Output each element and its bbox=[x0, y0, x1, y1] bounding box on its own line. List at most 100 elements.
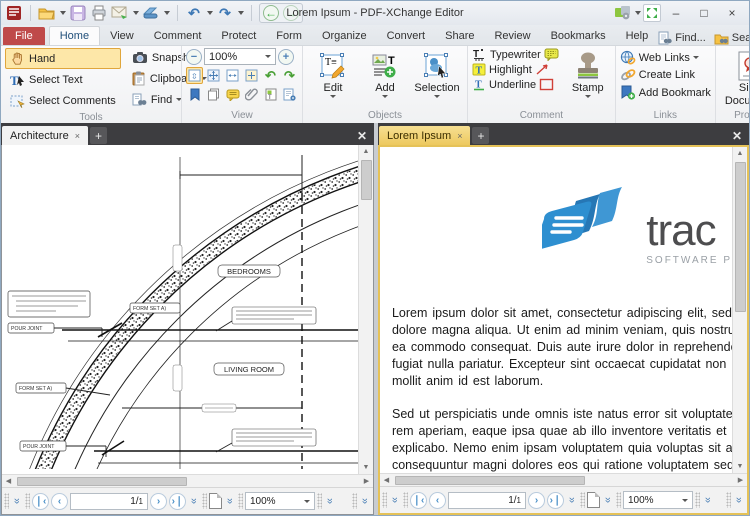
left-vertical-scrollbar[interactable]: ▲ ▼ bbox=[358, 145, 373, 474]
rotate-left-icon[interactable]: ↶ bbox=[262, 67, 279, 84]
search-button[interactable]: Search... bbox=[714, 32, 750, 45]
toolbar-grip[interactable] bbox=[317, 493, 322, 509]
status-zoom-combobox[interactable]: 100% bbox=[623, 491, 693, 509]
toolbar-grip[interactable] bbox=[726, 492, 731, 508]
email-icon[interactable] bbox=[111, 4, 129, 22]
new-tab-button[interactable]: + bbox=[90, 127, 107, 144]
typewriter-button[interactable]: T Typewriter bbox=[472, 48, 559, 61]
ui-options-dropdown[interactable] bbox=[635, 11, 641, 15]
comments-pane-icon[interactable] bbox=[224, 86, 241, 103]
options-chevron-icon[interactable]: « bbox=[188, 495, 200, 507]
close-pane-icon[interactable]: ✕ bbox=[726, 129, 748, 145]
select-comments-button[interactable]: Select Comments bbox=[5, 91, 121, 111]
scroll-right-icon[interactable]: ▶ bbox=[360, 475, 373, 488]
right-hscroll-thumb[interactable] bbox=[395, 476, 585, 485]
fit-page-icon[interactable]: ⇳ bbox=[186, 67, 203, 84]
tab-protect[interactable]: Protect bbox=[211, 27, 266, 45]
toolbar-grip[interactable] bbox=[616, 492, 621, 508]
zoom-in-icon[interactable]: + bbox=[278, 49, 294, 65]
architecture-drawing-canvas[interactable]: BEDROOMS LIVING ROOM POUR JOINT bbox=[2, 145, 358, 474]
fullscreen-icon[interactable] bbox=[643, 4, 661, 22]
bookmarks-pane-icon[interactable] bbox=[186, 86, 203, 103]
doc-tab-lorem-ipsum[interactable]: Lorem Ipsum × bbox=[379, 126, 470, 145]
scroll-down-icon[interactable]: ▼ bbox=[734, 460, 747, 473]
scan-icon[interactable] bbox=[142, 4, 160, 22]
fit-width-icon[interactable] bbox=[224, 67, 241, 84]
last-page-button[interactable]: ›❘ bbox=[169, 493, 186, 510]
tab-organize[interactable]: Organize bbox=[312, 27, 377, 45]
toolbar-grip[interactable] bbox=[25, 493, 30, 509]
options-chevron-icon[interactable]: « bbox=[389, 494, 401, 506]
next-page-button[interactable]: › bbox=[150, 493, 167, 510]
prev-page-button[interactable]: ‹ bbox=[51, 493, 68, 510]
content-pane-icon[interactable] bbox=[281, 86, 298, 103]
sign-document-button[interactable]: Sign Document bbox=[720, 48, 750, 107]
left-hscroll-thumb[interactable] bbox=[17, 477, 187, 486]
toolbar-grip[interactable] bbox=[580, 492, 585, 508]
hand-tool-button[interactable]: Hand bbox=[5, 48, 121, 69]
stamp-button[interactable]: Stamp bbox=[565, 48, 611, 98]
add-bookmark-button[interactable]: Add Bookmark bbox=[620, 85, 711, 100]
fit-visible-icon[interactable] bbox=[243, 67, 260, 84]
undo-icon[interactable]: ↶ bbox=[185, 4, 203, 22]
minimize-button[interactable]: – bbox=[663, 4, 689, 22]
app-logo-icon[interactable] bbox=[5, 4, 23, 22]
attachments-pane-icon[interactable] bbox=[243, 86, 260, 103]
pan-zoom-icon[interactable] bbox=[205, 67, 222, 84]
underline-button[interactable]: T Underline bbox=[472, 78, 559, 91]
status-zoom-combobox[interactable]: 100% bbox=[245, 492, 315, 510]
options-chevron-icon[interactable]: « bbox=[602, 494, 614, 506]
tab-share[interactable]: Share bbox=[435, 27, 484, 45]
undo-dropdown[interactable] bbox=[207, 11, 213, 15]
toolbar-grip[interactable] bbox=[202, 493, 207, 509]
tab-bookmarks[interactable]: Bookmarks bbox=[541, 27, 616, 45]
tab-view[interactable]: View bbox=[100, 27, 144, 45]
page-number-input[interactable]: 1/1 bbox=[448, 492, 526, 509]
options-chevron-icon[interactable]: « bbox=[324, 495, 336, 507]
select-text-button[interactable]: T Select Text bbox=[5, 70, 121, 90]
options-chevron-icon[interactable]: « bbox=[566, 494, 578, 506]
page-layout-icon[interactable] bbox=[209, 493, 222, 509]
toolbar-grip[interactable] bbox=[695, 492, 700, 508]
last-page-button[interactable]: ›❘ bbox=[547, 492, 564, 509]
ribbon-zoom-combobox[interactable]: 100% bbox=[204, 48, 276, 65]
page-number-input[interactable]: 1/1 bbox=[70, 493, 148, 510]
prev-page-button[interactable]: ‹ bbox=[429, 492, 446, 509]
go-back-icon[interactable]: ← bbox=[263, 5, 279, 21]
tab-close-icon[interactable]: × bbox=[457, 131, 462, 141]
doc-tab-architecture[interactable]: Architecture × bbox=[2, 126, 88, 145]
tab-file[interactable]: File bbox=[3, 27, 45, 45]
tab-home[interactable]: Home bbox=[49, 26, 100, 45]
selection-button[interactable]: Selection bbox=[411, 48, 463, 98]
save-icon[interactable] bbox=[69, 4, 87, 22]
create-link-button[interactable]: Create Link bbox=[620, 68, 711, 82]
email-dropdown[interactable] bbox=[133, 11, 139, 15]
lorem-ipsum-document-canvas[interactable]: trac SOFTWARE P Lorem ipsum dolor sit am… bbox=[380, 147, 732, 473]
tab-convert[interactable]: Convert bbox=[377, 27, 436, 45]
options-chevron-icon[interactable]: « bbox=[359, 495, 371, 507]
right-vscroll-thumb[interactable] bbox=[735, 162, 746, 312]
left-vscroll-thumb[interactable] bbox=[361, 160, 372, 200]
scan-dropdown[interactable] bbox=[164, 11, 170, 15]
toolbar-grip[interactable] bbox=[382, 492, 387, 508]
go-forward-icon[interactable]: → bbox=[283, 5, 299, 21]
tab-form[interactable]: Form bbox=[266, 27, 312, 45]
right-vertical-scrollbar[interactable]: ▲ ▼ bbox=[732, 147, 747, 473]
tab-review[interactable]: Review bbox=[484, 27, 540, 45]
close-pane-icon[interactable]: ✕ bbox=[351, 129, 373, 145]
tab-help[interactable]: Help bbox=[616, 27, 659, 45]
scroll-right-icon[interactable]: ▶ bbox=[734, 474, 747, 487]
options-chevron-icon[interactable]: « bbox=[11, 495, 23, 507]
scroll-up-icon[interactable]: ▲ bbox=[734, 147, 747, 160]
toolbar-grip[interactable] bbox=[4, 493, 9, 509]
redo-dropdown[interactable] bbox=[238, 11, 244, 15]
first-page-button[interactable]: ❘‹ bbox=[32, 493, 49, 510]
add-objects-button[interactable]: T Add bbox=[359, 48, 411, 98]
right-horizontal-scrollbar[interactable]: ◀ ▶ bbox=[380, 473, 747, 486]
thumbnails-pane-icon[interactable] bbox=[205, 86, 222, 103]
find-button[interactable]: Find... bbox=[658, 31, 706, 45]
maximize-button[interactable]: □ bbox=[691, 4, 717, 22]
zoom-out-icon[interactable]: − bbox=[186, 49, 202, 65]
options-chevron-icon[interactable]: « bbox=[702, 494, 714, 506]
scroll-down-icon[interactable]: ▼ bbox=[360, 461, 373, 474]
